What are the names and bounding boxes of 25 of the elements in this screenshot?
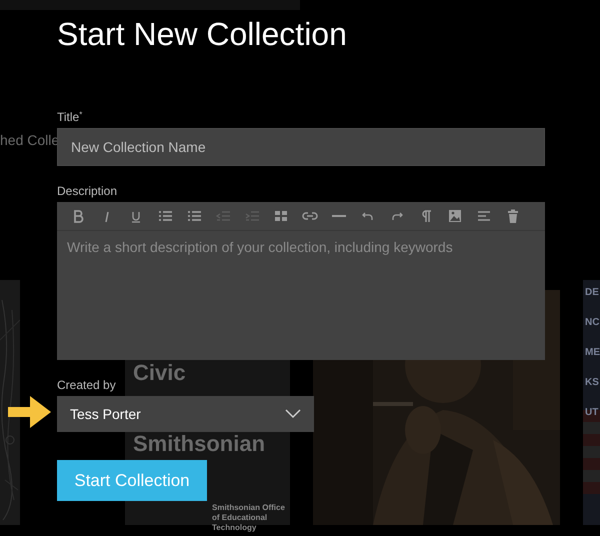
state-label: DE bbox=[585, 287, 600, 299]
card-title: Civic bbox=[133, 361, 186, 385]
state-label: UT bbox=[585, 407, 600, 419]
description-editor[interactable]: Write a short description of your collection, including keywords bbox=[57, 202, 545, 360]
numbered-list-icon bbox=[186, 208, 202, 224]
arrow-icon bbox=[8, 396, 51, 428]
table-icon bbox=[273, 208, 289, 224]
field-label: Title$^{*}$ bbox=[57, 110, 84, 124]
trash-icon bbox=[505, 208, 521, 224]
state-label: ME bbox=[585, 347, 600, 359]
creator-dropdown[interactable]: Tess Porter bbox=[57, 396, 314, 432]
image-icon bbox=[447, 208, 463, 224]
chevron-down-icon bbox=[285, 409, 301, 419]
dialog-title: Start New Collection bbox=[57, 15, 348, 54]
field-label: Description bbox=[57, 184, 118, 198]
card-title: Smithsonian bbox=[133, 432, 266, 456]
card-publisher: Smithsonian Office of Educational Technology bbox=[212, 503, 286, 533]
state-label: KS bbox=[585, 377, 600, 389]
bulleted-list-icon bbox=[157, 208, 173, 224]
horizontal-rule-icon bbox=[332, 215, 346, 217]
start-collection-button[interactable]: Start Collection bbox=[57, 460, 207, 501]
state-label: NC bbox=[585, 317, 600, 329]
title-field[interactable]: New Collection Name bbox=[57, 128, 545, 166]
align-left-icon bbox=[476, 208, 492, 224]
field-label: Created by bbox=[57, 378, 116, 392]
